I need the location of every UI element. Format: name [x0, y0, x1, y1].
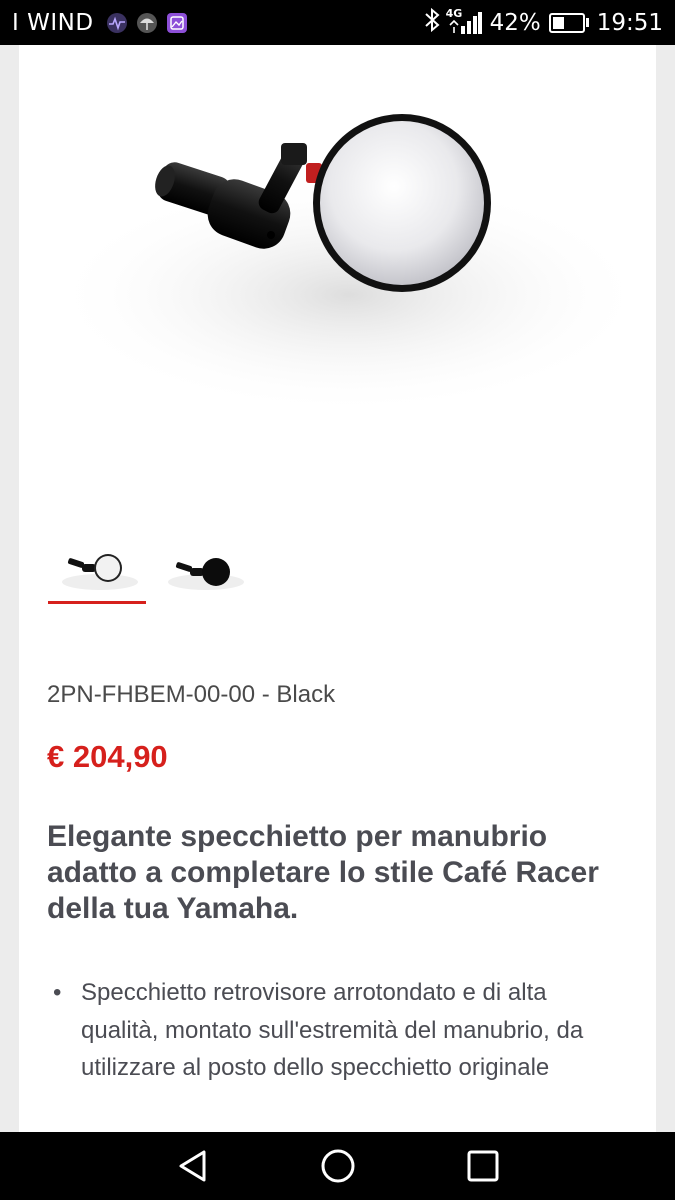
bullet-icon: • [53, 979, 62, 1006]
back-icon[interactable] [163, 1136, 223, 1196]
notification-icons [106, 12, 188, 34]
thumbnail-gallery [48, 520, 252, 604]
bluetooth-icon [424, 7, 440, 38]
feature-list: • Specchietto retrovisore arrotondato e … [47, 974, 627, 1087]
signal-icon: 4G [446, 7, 482, 35]
clock: 19:51 [596, 9, 663, 36]
feature-text: Specchietto retrovisore arrotondato e di… [81, 979, 584, 1081]
carrier-name: I WIND [12, 9, 94, 36]
product-headline: Elegante specchietto per manubrio adatto… [47, 820, 599, 925]
gallery-icon [166, 12, 188, 34]
web-page[interactable]: 2PN-FHBEM-00-00 - Black € 204,90 Elegant… [0, 45, 675, 1132]
battery-percent: 42% [489, 9, 541, 36]
activity-icon [106, 12, 128, 34]
battery-icon [548, 12, 589, 33]
navigation-bar [0, 1132, 675, 1200]
thumbnail-silver-mirror[interactable] [48, 520, 146, 604]
product-sku: 2PN-FHBEM-00-00 - Black [47, 681, 336, 708]
product-price: € 204,90 [47, 739, 168, 774]
umbrella-icon [136, 12, 158, 34]
product-card: 2PN-FHBEM-00-00 - Black € 204,90 Elegant… [19, 45, 656, 1132]
home-icon[interactable] [308, 1136, 368, 1196]
thumbnail-black-mirror[interactable] [154, 520, 252, 600]
status-bar: I WIND 4G 42% 19:51 [0, 0, 675, 45]
product-main-image[interactable] [19, 45, 656, 465]
list-item: • Specchietto retrovisore arrotondato e … [47, 974, 627, 1087]
network-type: 4G [445, 6, 463, 20]
recents-icon[interactable] [453, 1136, 513, 1196]
